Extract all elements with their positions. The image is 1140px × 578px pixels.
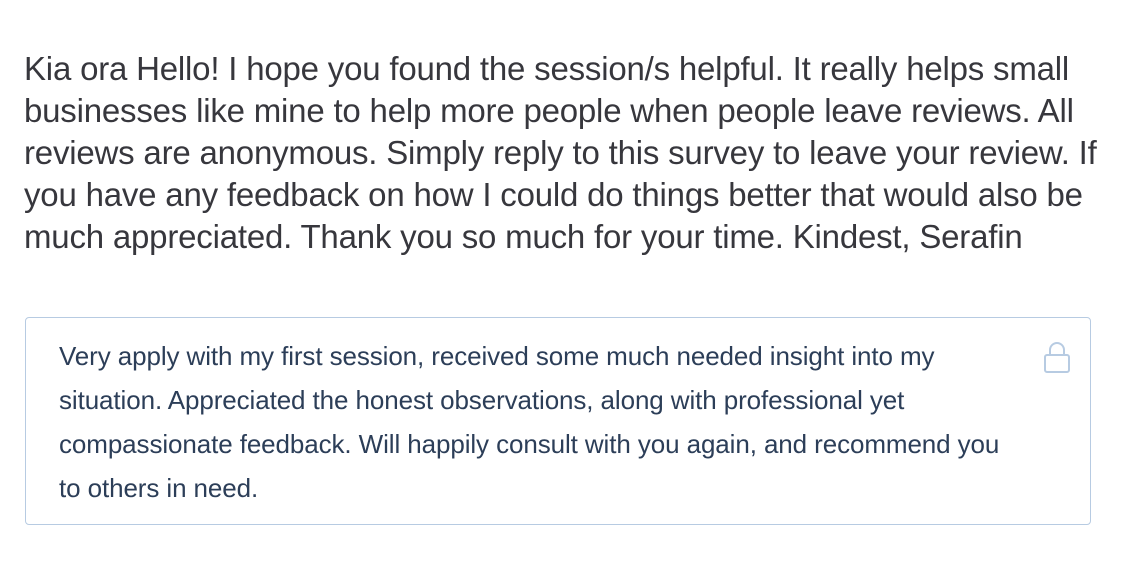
survey-question: Kia ora Hello! I hope you found the sess… [24, 50, 1097, 255]
response-box: Very apply with my first session, receiv… [25, 317, 1091, 525]
response-text: Very apply with my first session, receiv… [59, 341, 1000, 503]
lock-icon [1044, 342, 1070, 373]
